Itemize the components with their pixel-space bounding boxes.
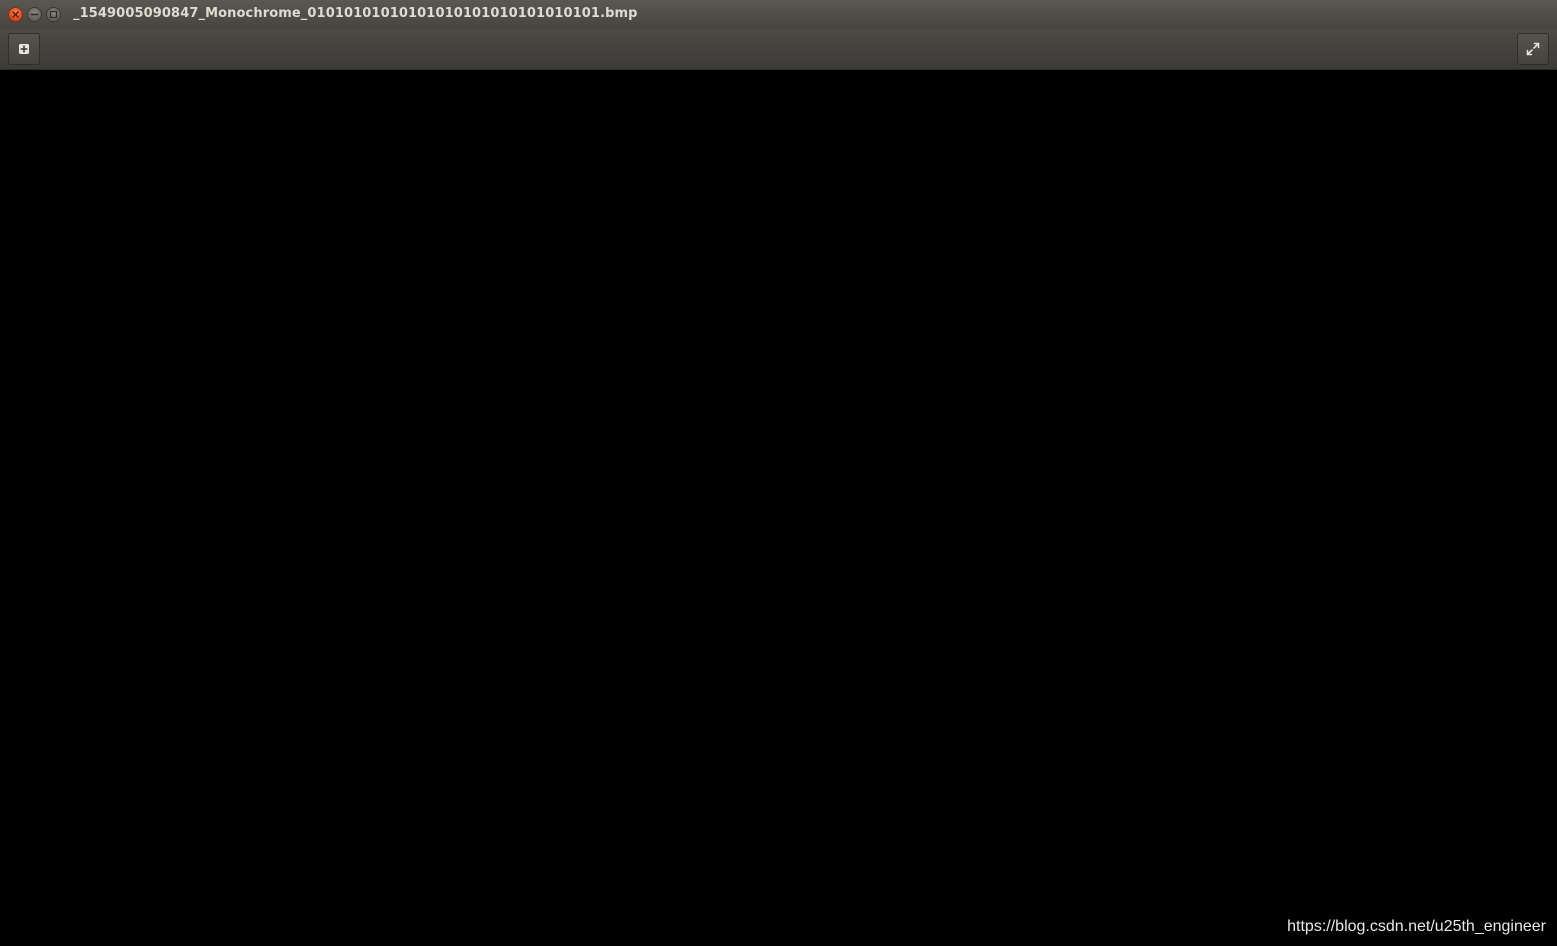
maximize-icon	[49, 10, 58, 19]
minimize-icon	[30, 13, 39, 16]
close-button[interactable]	[8, 7, 23, 22]
maximize-button[interactable]	[46, 7, 61, 22]
watermark-text: https://blog.csdn.net/u25th_engineer	[1287, 918, 1546, 935]
image-viewer-window: _1549005090847_Monochrome_01010101010101…	[0, 0, 1557, 946]
fullscreen-button[interactable]	[1517, 33, 1549, 65]
title-bar[interactable]: _1549005090847_Monochrome_01010101010101…	[0, 0, 1557, 29]
toolbar	[0, 29, 1557, 70]
close-icon	[12, 11, 19, 18]
minimize-button[interactable]	[27, 7, 42, 22]
add-button[interactable]	[8, 33, 40, 65]
add-icon	[19, 44, 29, 54]
window-title: _1549005090847_Monochrome_01010101010101…	[73, 6, 638, 21]
image-canvas[interactable]: https://blog.csdn.net/u25th_engineer	[0, 70, 1557, 946]
fullscreen-icon	[1526, 42, 1540, 56]
